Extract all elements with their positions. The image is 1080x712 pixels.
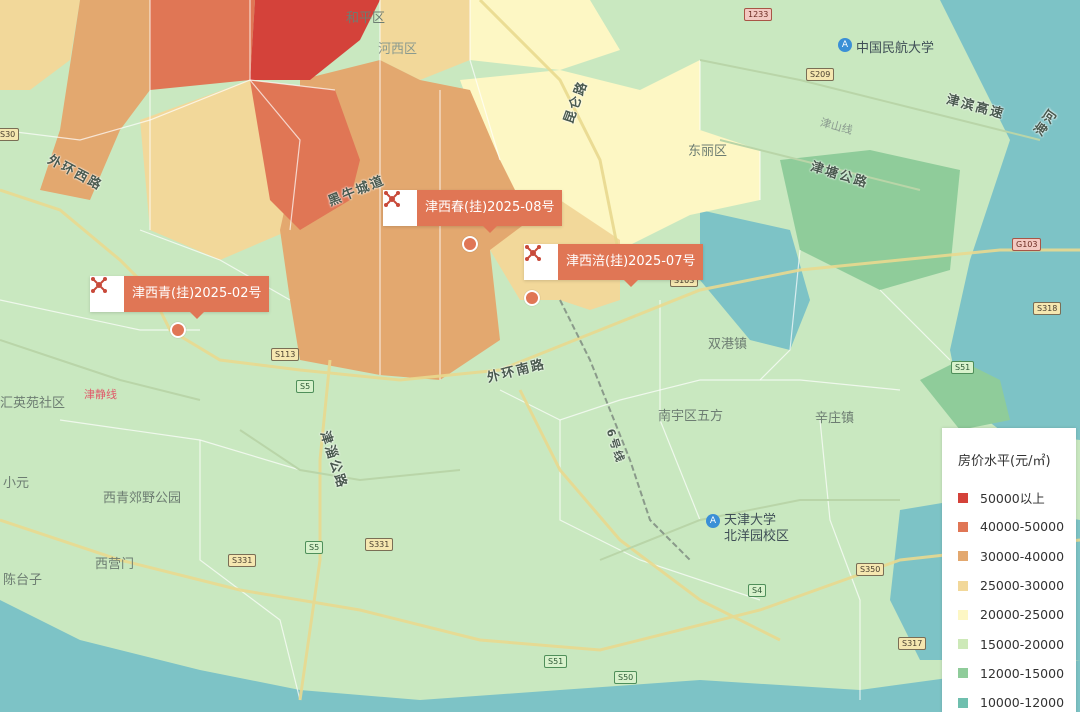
land-marker-point[interactable] <box>462 236 478 252</box>
land-marker-xifu-2025-07[interactable]: 津西涪(挂)2025-07号 <box>524 244 704 287</box>
shield-s350: S350 <box>856 563 885 576</box>
marker-tail <box>482 226 497 233</box>
poi-caac-label: 中国民航大学 <box>856 41 935 56</box>
legend-swatch <box>958 580 968 591</box>
legend-swatch <box>958 609 968 620</box>
legend-swatch <box>958 697 968 708</box>
legend-label: 30000-40000 <box>980 548 1065 564</box>
price-legend: 房价水平(元/㎡) 50000以上 40000-50000 30000-40000 2… <box>942 428 1076 712</box>
shield-s30: S30 <box>0 128 20 141</box>
land-parcel-icon <box>524 244 558 280</box>
poi-tju[interactable]: A 天津大学 北洋园校区 <box>706 513 789 545</box>
legend-label: 15000-20000 <box>980 636 1065 652</box>
land-marker-label: 津西春(挂)2025-08号 <box>417 190 563 226</box>
legend-item[interactable]: 12000-15000 <box>958 659 1076 688</box>
shield-s50: S50 <box>614 671 638 684</box>
shield-g103: G103 <box>1012 238 1042 251</box>
price-choropleth <box>0 0 1080 712</box>
legend-item[interactable]: 25000-30000 <box>958 571 1076 600</box>
legend-item[interactable]: 10000-12000 <box>958 688 1076 712</box>
land-marker-label: 津西涪(挂)2025-07号 <box>558 244 704 280</box>
land-parcel-icon <box>90 276 124 312</box>
land-marker-xichun-2025-08[interactable]: 津西春(挂)2025-08号 <box>383 190 563 233</box>
poi-caac[interactable]: A 中国民航大学 <box>838 37 934 56</box>
legend-swatch <box>958 521 968 532</box>
shield-s5-a: S5 <box>296 380 315 393</box>
shield-s331-a: S331 <box>365 538 394 551</box>
legend-item[interactable]: 30000-40000 <box>958 542 1076 571</box>
land-marker-point[interactable] <box>170 322 186 338</box>
university-icon: A <box>706 514 720 528</box>
legend-item[interactable]: 20000-25000 <box>958 600 1076 629</box>
shield-s209: S209 <box>806 68 835 81</box>
shield-s317: S317 <box>898 637 927 650</box>
legend-item[interactable]: 50000以上 <box>958 483 1076 512</box>
shield-s331-b: S331 <box>228 554 257 567</box>
poi-tju-label: 天津大学 北洋园校区 <box>724 513 790 544</box>
land-marker-point[interactable] <box>524 290 540 306</box>
land-marker-label: 津西青(挂)2025-02号 <box>124 276 270 312</box>
legend-label: 12000-15000 <box>980 665 1065 681</box>
marker-tail <box>189 312 204 319</box>
land-marker-xiqing-2025-02[interactable]: 津西青(挂)2025-02号 <box>90 276 270 319</box>
shield-s5-b: S5 <box>305 541 324 554</box>
marker-tail <box>623 280 638 287</box>
legend-swatch <box>958 668 968 679</box>
legend-title: 房价水平(元/㎡) <box>958 454 1051 469</box>
legend-label: 50000以上 <box>980 491 1045 507</box>
shield-s318: S318 <box>1033 302 1062 315</box>
zone-40000-50000-a <box>150 0 255 90</box>
university-icon: A <box>838 38 852 52</box>
legend-item[interactable]: 40000-50000 <box>958 512 1076 541</box>
shield-s51-a: S51 <box>544 655 568 668</box>
legend-items: 50000以上 40000-50000 30000-40000 25000-30000… <box>958 483 1076 712</box>
shield-s113: S113 <box>271 348 300 361</box>
legend-label: 20000-25000 <box>980 607 1065 623</box>
legend-swatch <box>958 551 968 562</box>
map-canvas[interactable]: 和平区 河西区 东丽区 双港镇 南宇区五方 辛庄镇 西青郊野公园 西营门 陈台子… <box>0 0 1080 712</box>
shield-1233: 1233 <box>744 8 773 21</box>
land-parcel-icon <box>383 190 417 226</box>
legend-label: 25000-30000 <box>980 578 1065 594</box>
legend-swatch <box>958 492 968 503</box>
legend-swatch <box>958 639 968 650</box>
shield-s51-b: S51 <box>951 361 975 374</box>
shield-s4: S4 <box>748 584 767 597</box>
legend-item[interactable]: 15000-20000 <box>958 629 1076 658</box>
legend-label: 10000-12000 <box>980 695 1065 711</box>
legend-label: 40000-50000 <box>980 519 1065 535</box>
